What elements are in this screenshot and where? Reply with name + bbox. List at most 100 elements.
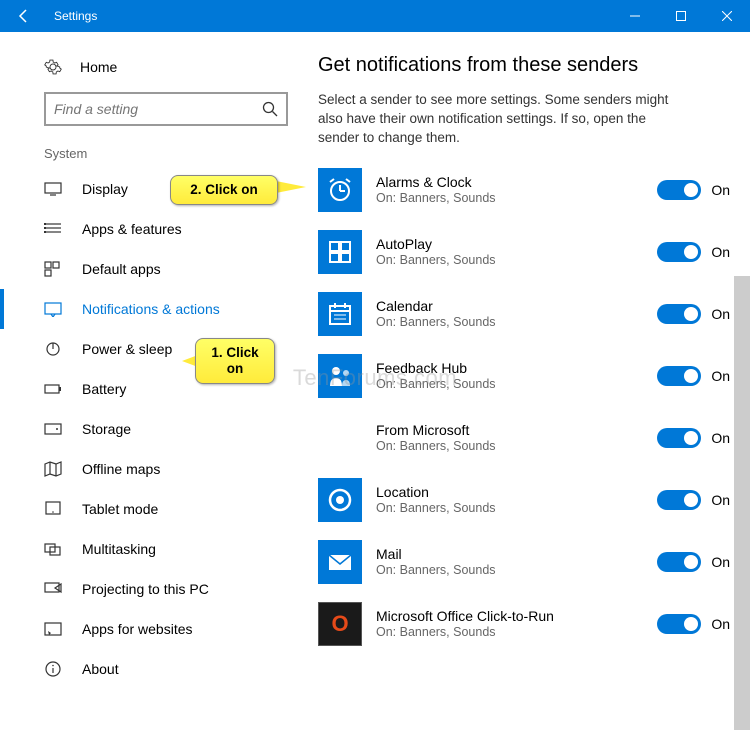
feedback-icon [318,354,362,398]
toggle-label: On [711,554,730,570]
sender-item[interactable]: Mail On: Banners, Sounds On [318,540,730,584]
sidebar-item-about[interactable]: About [0,649,308,689]
toggle-switch[interactable] [657,614,701,634]
back-button[interactable] [0,0,48,32]
location-icon [318,478,362,522]
sidebar-item-label: Power & sleep [82,341,172,357]
sidebar-item-tablet[interactable]: Tablet mode [0,489,308,529]
sender-name: Calendar [376,298,657,314]
sender-name: AutoPlay [376,236,657,252]
sidebar-item-label: Display [82,181,128,197]
search-box[interactable] [44,92,288,126]
arrow-left-icon [16,8,32,24]
toggle-label: On [711,306,730,322]
alarm-icon [318,168,362,212]
main-panel: Get notifications from these senders Sel… [308,32,750,732]
close-button[interactable] [704,0,750,32]
sidebar-item-apps[interactable]: Apps & features [0,209,308,249]
sidebar-item-label: Offline maps [82,461,160,477]
maps-icon [44,462,62,476]
apps-web-icon [44,622,62,636]
apps-icon [44,222,62,236]
toggle-wrap: On [657,490,730,510]
mail-icon [318,540,362,584]
toggle-switch[interactable] [657,180,701,200]
sender-item[interactable]: Calendar On: Banners, Sounds On [318,292,730,336]
section-label: System [0,140,308,169]
toggle-wrap: On [657,366,730,386]
toggle-label: On [711,182,730,198]
toggle-label: On [711,244,730,260]
toggle-switch[interactable] [657,490,701,510]
battery-icon [44,382,62,396]
sender-name: Location [376,484,657,500]
sender-name: From Microsoft [376,422,657,438]
sidebar-item-apps-web[interactable]: Apps for websites [0,609,308,649]
sender-info: Microsoft Office Click-to-Run On: Banner… [376,608,657,639]
toggle-switch[interactable] [657,428,701,448]
maximize-icon [676,11,686,21]
annotation-callout-1: 1. Click on [195,338,275,384]
toggle-switch[interactable] [657,304,701,324]
power-icon [44,342,62,356]
annotation-arrow-2 [276,181,306,193]
toggle-wrap: On [657,304,730,324]
maximize-button[interactable] [658,0,704,32]
sidebar-item-label: Battery [82,381,126,397]
toggle-switch[interactable] [657,552,701,572]
sidebar-item-notifications[interactable]: Notifications & actions [0,289,308,329]
sidebar-item-multitasking[interactable]: Multitasking [0,529,308,569]
sender-item[interactable]: From Microsoft On: Banners, Sounds On [318,416,730,460]
multitasking-icon [44,542,62,556]
sidebar-item-label: Default apps [82,261,161,277]
toggle-wrap: On [657,552,730,572]
sender-status: On: Banners, Sounds [376,377,657,391]
search-input[interactable] [54,101,262,117]
notifications-icon [44,302,62,316]
page-heading: Get notifications from these senders [318,54,730,77]
sender-status: On: Banners, Sounds [376,253,657,267]
sidebar-item-label: Apps & features [82,221,182,237]
sender-info: AutoPlay On: Banners, Sounds [376,236,657,267]
sidebar-item-label: Tablet mode [82,501,158,517]
sidebar-item-label: Multitasking [82,541,156,557]
storage-icon [44,422,62,436]
window-title: Settings [54,9,612,23]
minimize-button[interactable] [612,0,658,32]
sender-item[interactable]: O Microsoft Office Click-to-Run On: Bann… [318,602,730,646]
window-controls [612,0,750,32]
default-apps-icon [44,262,62,276]
sender-info: Alarms & Clock On: Banners, Sounds [376,174,657,205]
toggle-switch[interactable] [657,366,701,386]
sender-item[interactable]: AutoPlay On: Banners, Sounds On [318,230,730,274]
scrollbar[interactable] [734,276,750,730]
toggle-label: On [711,492,730,508]
sender-item[interactable]: Feedback Hub On: Banners, Sounds On [318,354,730,398]
sidebar-item-projecting[interactable]: Projecting to this PC [0,569,308,609]
toggle-switch[interactable] [657,242,701,262]
sender-item[interactable]: Location On: Banners, Sounds On [318,478,730,522]
sender-status: On: Banners, Sounds [376,563,657,577]
sender-info: Mail On: Banners, Sounds [376,546,657,577]
sidebar-item-maps[interactable]: Offline maps [0,449,308,489]
projecting-icon [44,582,62,596]
toggle-label: On [711,616,730,632]
sidebar-item-default-apps[interactable]: Default apps [0,249,308,289]
sender-item[interactable]: Alarms & Clock On: Banners, Sounds On [318,168,730,212]
sidebar-item-label: Apps for websites [82,621,193,637]
home-link[interactable]: Home [0,50,308,88]
sender-status: On: Banners, Sounds [376,501,657,515]
calendar-icon [318,292,362,336]
sender-info: Calendar On: Banners, Sounds [376,298,657,329]
sender-status: On: Banners, Sounds [376,191,657,205]
sender-name: Alarms & Clock [376,174,657,190]
tablet-icon [44,502,62,516]
sender-name: Feedback Hub [376,360,657,376]
annotation-callout-2: 2. Click on [170,175,278,205]
home-label: Home [80,59,117,75]
sidebar-item-storage[interactable]: Storage [0,409,308,449]
page-subtitle: Select a sender to see more settings. So… [318,91,688,148]
microsoft-icon [318,416,362,460]
sidebar-item-label: Storage [82,421,131,437]
sender-status: On: Banners, Sounds [376,439,657,453]
